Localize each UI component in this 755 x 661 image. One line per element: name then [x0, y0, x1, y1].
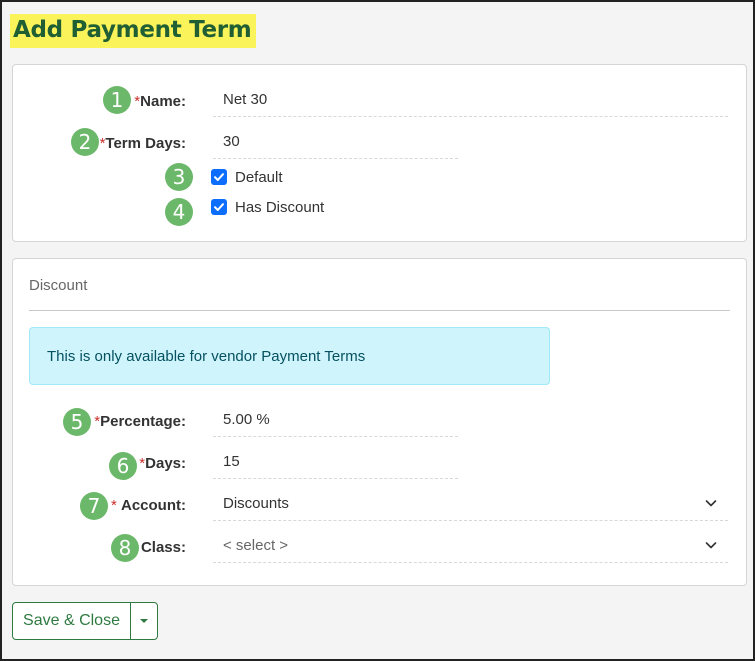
account-select[interactable]: Discounts [213, 487, 728, 521]
discount-section-title: Discount [29, 277, 88, 294]
name-label: *Name: [134, 93, 186, 110]
step-badge-3: 3 [165, 163, 193, 191]
check-icon [214, 203, 224, 211]
check-icon [214, 173, 224, 181]
discount-card: Discount This is only available for vend… [12, 258, 747, 586]
save-close-button[interactable]: Save & Close [13, 603, 131, 639]
step-badge-8: 8 [111, 534, 139, 562]
save-button-group: Save & Close [12, 602, 158, 640]
vendor-info-alert: This is only available for vendor Paymen… [29, 327, 550, 385]
days-field[interactable]: 15 [213, 445, 458, 479]
account-label: * Account: [110, 497, 186, 514]
step-badge-4: 4 [165, 198, 193, 226]
class-label: Class: [140, 539, 186, 556]
step-badge-7: 7 [80, 492, 108, 520]
percentage-label: *Percentage: [94, 413, 186, 430]
step-badge-1: 1 [103, 86, 131, 114]
step-badge-2: 2 [71, 128, 99, 156]
page-title: Add Payment Term [10, 14, 257, 48]
name-field[interactable]: Net 30 [213, 83, 728, 117]
term-days-label: *Term Days: [99, 135, 186, 152]
caret-down-icon [140, 619, 148, 623]
payment-term-card: 1 *Name: Net 30 2 *Term Days: 30 3 Defau… [12, 64, 747, 242]
percentage-field[interactable]: 5.00 % [213, 403, 458, 437]
has-discount-checkbox[interactable] [211, 199, 227, 215]
term-days-field[interactable]: 30 [213, 125, 458, 159]
app-frame: Add Payment Term 1 *Name: Net 30 2 *Term… [0, 0, 755, 661]
chevron-down-icon [705, 500, 717, 507]
chevron-down-icon [705, 542, 717, 549]
account-value: Discounts [223, 495, 289, 512]
default-label: Default [235, 169, 283, 186]
section-divider [29, 310, 730, 311]
class-select[interactable]: < select > [213, 529, 728, 563]
days-label: *Days: [139, 455, 186, 472]
required-marker: * [110, 497, 117, 514]
save-options-dropdown-button[interactable] [131, 603, 157, 639]
step-badge-5: 5 [63, 408, 91, 436]
default-checkbox[interactable] [211, 169, 227, 185]
step-badge-6: 6 [109, 452, 137, 480]
class-placeholder: < select > [223, 537, 289, 554]
has-discount-label: Has Discount [235, 199, 325, 216]
